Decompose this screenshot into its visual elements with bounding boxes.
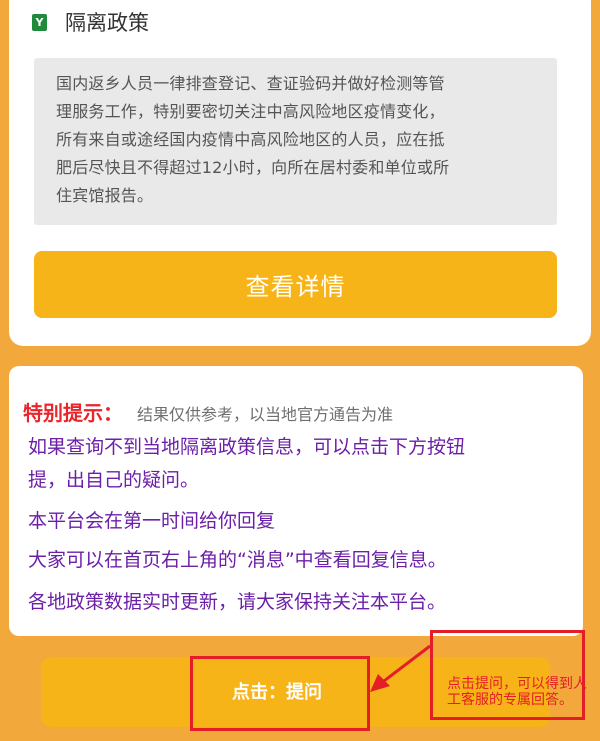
tip-line: 大家可以在首页右上角的“消息”中查看回复信息。 — [28, 549, 447, 571]
view-details-button[interactable]: 查看详情 — [34, 251, 557, 318]
policy-line: 所有来自或途经国内疫情中高风险地区的人员，应在抵 — [56, 130, 445, 149]
tip-line: 提，出自己的疑问。 — [28, 469, 200, 491]
policy-content: 国内返乡人员一律排查登记、查证验码并做好检测等管 理服务工作，特别要密切关注中高… — [34, 58, 557, 225]
annotation-arrow-icon — [370, 644, 431, 692]
tip-header: 特别提示： 结果仅供参考，以当地官方通告为准 — [23, 397, 393, 426]
annotation-box-button — [190, 656, 370, 731]
policy-line: 住宾馆报告。 — [56, 186, 154, 205]
tip-line: 各地政策数据实时更新，请大家保持关注本平台。 — [28, 591, 447, 613]
policy-header: Y 隔离政策 — [32, 10, 149, 35]
tip-line: 如果查询不到当地隔离政策信息，可以点击下方按钮 — [28, 436, 466, 458]
policy-line: 理服务工作，特别要密切关注中高风险地区疫情变化， — [56, 102, 445, 121]
tip-line: 本平台会在第一时间给你回复 — [28, 510, 276, 532]
policy-line: 国内返乡人员一律排查登记、查证验码并做好检测等管 — [56, 74, 445, 93]
tip-note: 结果仅供参考，以当地官方通告为准 — [137, 405, 394, 424]
policy-title: 隔离政策 — [65, 11, 149, 35]
tip-label: 特别提示： — [23, 401, 123, 425]
policy-line: 肥后尽快且不得超过12小时，向所在居村委和单位或所 — [56, 158, 450, 177]
policy-icon: Y — [32, 13, 47, 31]
annotation-text: 点击提问，可以得到人工客服的专属回答。 — [447, 676, 587, 708]
